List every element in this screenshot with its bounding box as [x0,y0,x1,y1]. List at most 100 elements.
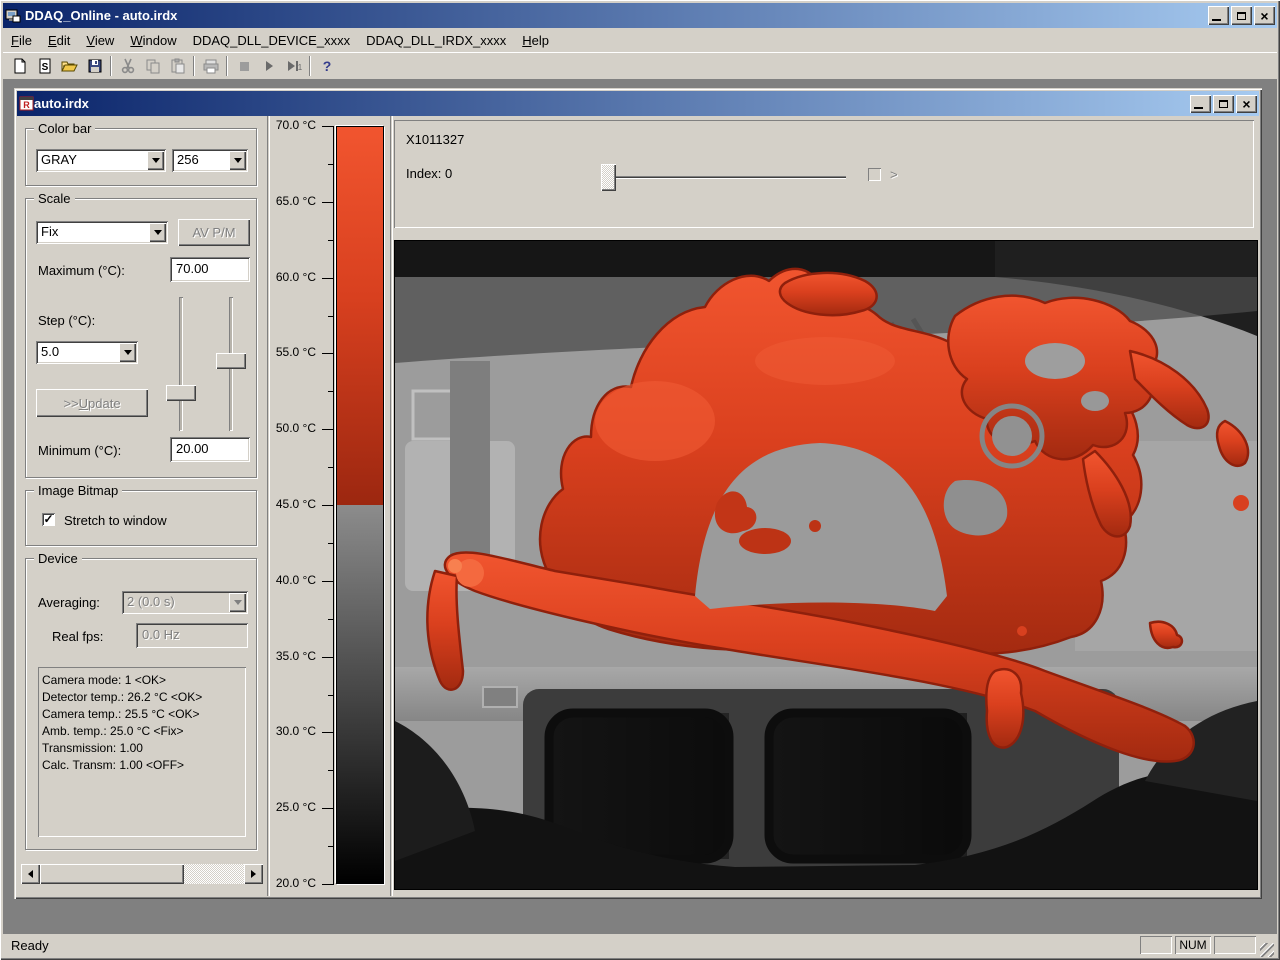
maximize-icon [1237,11,1246,20]
scroll-right-button[interactable] [244,864,263,884]
gradient-red-section [337,127,383,505]
advance-checkbox[interactable] [868,168,881,181]
major-tick [322,656,334,658]
update-button[interactable]: >> Update [36,389,148,417]
temperature-tick-label: 30.0 °C [275,724,316,739]
stretch-label: Stretch to window [64,513,167,528]
chevron-down-icon [233,600,242,605]
svg-text:1: 1 [297,63,302,72]
thermal-image-frame [394,240,1258,890]
help-button[interactable]: ? [314,54,339,78]
cut-icon [121,58,134,74]
control-panel: Color bar GRAY 256 Scale Fix AV P/M Maxi… [17,116,267,896]
scale-mode-value: Fix [41,224,59,239]
svg-text:?: ? [322,58,331,74]
palette-dropdown-button[interactable] [147,151,164,170]
levels-combobox[interactable]: 256 [172,149,248,172]
print-icon [203,59,218,74]
camera-status-line: Transmission: 1.00 [42,741,143,755]
stop-icon [239,62,249,71]
major-tick [322,353,334,355]
major-tick [322,732,334,734]
major-tick [322,884,334,885]
horizontal-scrollbar[interactable] [21,864,263,884]
document-window: R auto.irdx × Color bar GRAY 256 Scale F… [14,88,1262,899]
minimize-button[interactable] [1208,6,1229,25]
menu-file[interactable]: File [3,30,40,51]
avpm-button[interactable]: AV P/M [178,219,250,246]
menu-window[interactable]: Window [122,30,184,51]
scrollbar-thumb[interactable] [40,864,184,884]
minimize-icon [1212,19,1221,21]
maximize-button[interactable] [1231,6,1252,25]
play-one-icon: 1 [287,61,302,72]
resize-grip[interactable] [1260,943,1274,957]
status-cell-cap [1140,936,1172,954]
averaging-combobox[interactable]: 2 (0.0 s) [122,591,248,614]
mdi-client-area: R auto.irdx × Color bar GRAY 256 Scale F… [3,80,1277,933]
minimum-field[interactable]: 20.00 [170,437,250,462]
paste-button[interactable] [165,54,190,78]
major-tick [322,808,334,810]
toolbar-separator [309,56,311,76]
menu-view[interactable]: View [78,30,122,51]
doc-minimize-button[interactable] [1190,94,1211,113]
maximum-slider-track[interactable] [179,297,183,431]
document-titlebar[interactable]: R auto.irdx × [17,91,1259,116]
scrollbar-track[interactable] [184,864,244,884]
stop-button[interactable] [231,54,256,78]
save-button[interactable] [82,54,107,78]
temperature-tick-label: 40.0 °C [275,572,316,587]
main-titlebar[interactable]: DDAQ_Online - auto.irdx × [3,3,1277,28]
toolbar-separator [110,56,112,76]
maximize-icon [1219,99,1228,108]
step-value: 5.0 [41,344,60,359]
scale-group: Scale Fix AV P/M Maximum (°C): 70.00 Ste… [25,191,257,478]
play-icon [265,61,273,71]
toolbar-separator [226,56,228,76]
palette-combobox[interactable]: GRAY [36,149,166,172]
open-file-button[interactable] [57,54,82,78]
menu-ddaq-dll-device[interactable]: DDAQ_DLL_DEVICE_xxxx [185,30,359,51]
menu-help[interactable]: Help [514,30,557,51]
averaging-dropdown-button[interactable] [229,593,246,612]
minimum-label: Minimum (°C): [38,443,122,458]
doc-close-button[interactable]: × [1236,94,1257,113]
status-bar: Ready NUM [3,933,1277,957]
play-button[interactable] [256,54,281,78]
save-icon [88,59,101,73]
step-combobox[interactable]: 5.0 [36,341,138,364]
maximum-slider-thumb[interactable] [166,385,196,401]
index-slider-track[interactable] [608,176,846,179]
real-fps-field[interactable]: 0.0 Hz [136,623,248,648]
thermal-image [395,241,1257,889]
application-window: DDAQ_Online - auto.irdx × File Edit View… [0,0,1280,960]
minor-tick [328,846,334,848]
major-tick [322,201,334,203]
new-document-button[interactable] [7,54,32,78]
index-slider-thumb[interactable] [601,164,616,191]
s-document-button[interactable]: S [32,54,57,78]
scroll-left-button[interactable] [21,864,40,884]
scale-mode-dropdown-button[interactable] [149,223,166,242]
stretch-checkbox[interactable]: ✓ [42,513,55,526]
temperature-tick-label: 65.0 °C [275,193,316,208]
scale-mode-combobox[interactable]: Fix [36,221,168,244]
window-title: DDAQ_Online - auto.irdx [25,8,178,23]
copy-button[interactable] [140,54,165,78]
doc-maximize-button[interactable] [1213,94,1234,113]
menu-edit[interactable]: Edit [40,30,78,51]
maximum-field[interactable]: 70.00 [170,257,250,282]
cut-button[interactable] [115,54,140,78]
status-message: Ready [11,937,49,953]
chevron-down-icon [151,158,160,163]
close-button[interactable]: × [1254,6,1275,25]
play-one-button[interactable]: 1 [281,54,306,78]
levels-dropdown-button[interactable] [229,151,246,170]
step-dropdown-button[interactable] [119,343,136,362]
minimum-slider-thumb[interactable] [216,353,246,369]
menu-ddaq-dll-irdx[interactable]: DDAQ_DLL_IRDX_xxxx [358,30,514,51]
advance-label: > [890,167,898,182]
document-title: auto.irdx [34,96,89,111]
print-button[interactable] [198,54,223,78]
